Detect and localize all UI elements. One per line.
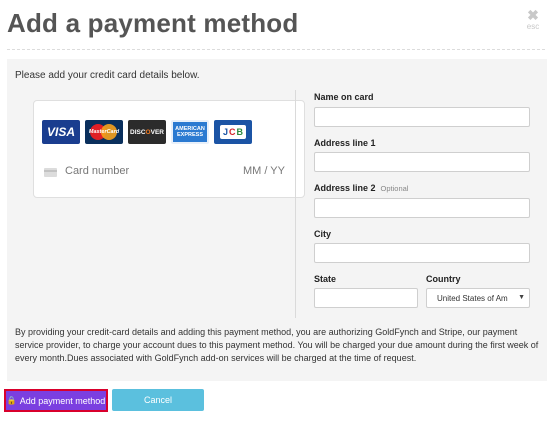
visa-logo: VISA — [42, 120, 80, 144]
payment-panel: Please add your credit card details belo… — [7, 59, 547, 381]
amex-logo: AMERICAN EXPRESS — [171, 120, 209, 144]
address-line-2-label-text: Address line 2 — [314, 183, 376, 193]
discover-logo: DISC O VER — [128, 120, 166, 144]
city-input[interactable] — [314, 243, 530, 263]
credit-card-icon — [44, 168, 57, 177]
optional-label: Optional — [380, 184, 409, 193]
card-expiry-input[interactable]: MM / YY — [243, 165, 285, 177]
cancel-button[interactable]: Cancel — [112, 389, 204, 411]
add-payment-method-button[interactable]: 🔒 Add payment method — [4, 389, 108, 412]
country-select[interactable]: United States of Am ▼ — [426, 288, 530, 308]
card-entry-box[interactable]: VISA MasterCard DISC O VER AMERICAN EXPRESS… — [33, 100, 305, 198]
address-line-1-label: Address line 1 — [314, 138, 376, 148]
close-hint: esc — [526, 22, 540, 31]
column-divider — [295, 90, 296, 318]
state-input[interactable] — [314, 288, 418, 308]
authorization-notice: By providing your credit-card details an… — [15, 327, 539, 363]
name-on-card-input[interactable] — [314, 107, 530, 127]
title-divider — [7, 49, 545, 50]
city-label: City — [314, 229, 332, 239]
close-icon: ✖ — [527, 7, 539, 23]
address-line-1-input[interactable] — [314, 152, 530, 172]
mastercard-logo: MasterCard — [85, 120, 123, 144]
dropdown-arrow-icon: ▼ — [518, 294, 525, 301]
jcb-logo: JCB — [214, 120, 252, 144]
card-number-input[interactable]: Card number — [65, 165, 129, 177]
card-logos: VISA MasterCard DISC O VER AMERICAN EXPRESS… — [42, 120, 252, 144]
name-on-card-label: Name on card — [314, 92, 374, 102]
lock-icon: 🔒 — [6, 396, 17, 405]
country-value: United States of Am — [437, 294, 508, 303]
address-line-2-label: Address line 2 Optional — [314, 183, 408, 193]
state-label: State — [314, 274, 337, 284]
country-label: Country — [426, 274, 461, 284]
address-line-2-input[interactable] — [314, 198, 530, 218]
modal-title: Add a payment method — [7, 8, 299, 38]
add-payment-method-label: Add payment method — [19, 395, 106, 406]
close-button[interactable]: ✖ esc — [522, 8, 544, 31]
intro-text: Please add your credit card details belo… — [15, 70, 200, 81]
